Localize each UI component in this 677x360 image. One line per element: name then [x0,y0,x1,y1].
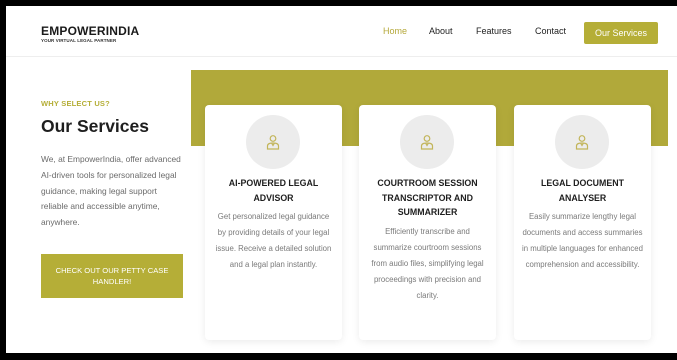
petty-case-handler-label: CHECK OUT OUR PETTY CASE HANDLER! [55,266,169,286]
lawyer-icon [246,115,300,169]
page-frame: EMPOWERINDIA YOUR VIRTUAL LEGAL PARTNER … [6,6,677,353]
nav-link-contact[interactable]: Contact [535,26,566,36]
card-description: Easily summarize lengthy legal documents… [522,212,643,269]
site-header: EMPOWERINDIA YOUR VIRTUAL LEGAL PARTNER … [6,6,677,57]
card-title: COURTROOM SESSION TRANSCRIPTOR AND SUMMA… [377,178,478,217]
petty-case-handler-button[interactable]: CHECK OUT OUR PETTY CASE HANDLER! [41,254,183,298]
card-title: LEGAL DOCUMENT ANALYSER [541,178,624,203]
service-card-legal-advisor[interactable]: AI-POWERED LEGAL ADVISOR Get personalize… [205,105,342,340]
service-card-document-analyser[interactable]: LEGAL DOCUMENT ANALYSER Easily summarize… [514,105,651,340]
card-title: AI-POWERED LEGAL ADVISOR [228,178,319,203]
nav-link-features[interactable]: Features [476,26,512,36]
main-nav: Home About Features Contact [6,6,677,56]
section-eyebrow: WHY SELECT US? [41,99,110,108]
lawyer-icon [400,115,454,169]
section-title: Our Services [41,116,149,136]
nav-link-home[interactable]: Home [383,26,407,36]
card-description: Get personalized legal guidance by provi… [215,212,332,269]
lawyer-icon [555,115,609,169]
our-services-button[interactable]: Our Services [584,22,658,44]
intro-text: We, at EmpowerIndia, offer advanced AI-d… [41,154,181,228]
service-card-courtroom-transcriptor[interactable]: COURTROOM SESSION TRANSCRIPTOR AND SUMMA… [359,105,496,340]
nav-link-about[interactable]: About [429,26,453,36]
card-description: Efficiently transcribe and summarize cou… [371,227,484,300]
